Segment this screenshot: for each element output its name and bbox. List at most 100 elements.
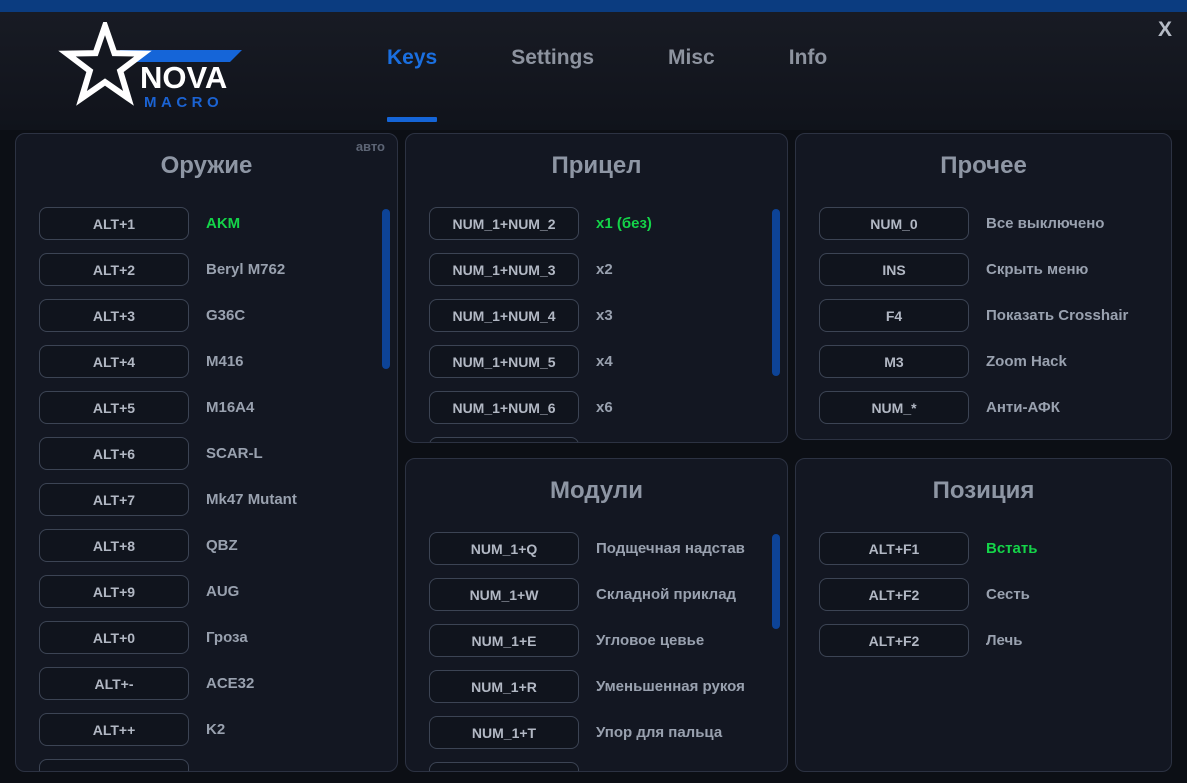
key-button[interactable]: ALT+8 [39, 529, 189, 562]
hotkey-row: ALT+F1Встать [819, 532, 1171, 565]
key-button[interactable]: ALT+1 [39, 207, 189, 240]
hotkey-row: NUM_1+Q Подщечная надстав [429, 532, 787, 565]
tab-label: Keys [387, 46, 437, 70]
key-button[interactable]: INS [819, 253, 969, 286]
key-button[interactable]: ALT+F2 [819, 578, 969, 611]
panel-title: Модули [406, 473, 787, 509]
key-button[interactable]: ALT+7 [39, 483, 189, 516]
action-label: G36C [206, 307, 245, 324]
key-button[interactable]: NUM_1+NUM_6 [429, 391, 579, 424]
action-label: x2 [596, 261, 613, 278]
tab-active-underline [668, 117, 715, 122]
tab-settings[interactable]: Settings [479, 46, 626, 122]
key-button[interactable]: NUM_1+Q [429, 532, 579, 565]
logo-subtitle-text: MACRO [144, 94, 223, 111]
column-left: ОружиеавтоALT+1AKMALT+2Beryl M762ALT+3G3… [15, 133, 398, 772]
hotkey-list: ALT+F1ВстатьALT+F2СестьALT+F2Лечь [796, 532, 1171, 657]
action-label: Складной приклад [596, 586, 736, 603]
hotkey-row: ALT+- ACE32 [39, 667, 397, 700]
hotkey-row: NUM_1+NUM_5 x4 [429, 345, 787, 378]
hotkey-row: ALT+5 M16A4 [39, 391, 397, 424]
key-button[interactable]: ALT+0 [39, 621, 189, 654]
panel-misc: ПрочееNUM_0Все выключеноINSСкрыть менюF4… [795, 133, 1172, 440]
tab-info[interactable]: Info [757, 46, 859, 122]
panel-title: Оружие [16, 148, 397, 184]
key-button[interactable] [429, 762, 579, 772]
panel-title: Позиция [796, 473, 1171, 509]
key-button[interactable] [39, 759, 189, 772]
hotkey-row: ALT++K2 [39, 713, 397, 746]
key-button[interactable]: ALT+6 [39, 437, 189, 470]
hotkey-row: ALT+8QBZ [39, 529, 397, 562]
key-button[interactable]: NUM_1+R [429, 670, 579, 703]
action-label: Лечь [986, 632, 1022, 649]
action-label: AUG [206, 583, 239, 600]
action-label: ACE32 [206, 675, 254, 692]
hotkey-row: ALT+6 SCAR-L [39, 437, 397, 470]
action-label: M16A4 [206, 399, 254, 416]
action-label: x1 (без) [596, 215, 652, 232]
action-label: Все выключено [986, 215, 1104, 232]
tab-active-underline [511, 117, 594, 122]
tab-keys[interactable]: Keys [355, 46, 469, 122]
hotkey-list: ALT+1AKMALT+2Beryl M762ALT+3G36CALT+4M41… [16, 207, 397, 772]
tab-active-underline [789, 117, 827, 122]
key-button[interactable]: NUM_1+NUM_2 [429, 207, 579, 240]
key-button[interactable]: ALT+- [39, 667, 189, 700]
action-label: Mk47 Mutant [206, 491, 297, 508]
titlebar-accent-strip [0, 0, 1187, 12]
tabs: Keys Settings Misc Info [355, 46, 859, 122]
hotkey-row: INS Скрыть меню [819, 253, 1171, 286]
hotkey-row: NUM_1+NUM_6x6 [429, 391, 787, 424]
key-button[interactable]: NUM_1+W [429, 578, 579, 611]
hotkey-row: ALT+2 Beryl M762 [39, 253, 397, 286]
action-label: Скрыть меню [986, 261, 1088, 278]
key-button[interactable]: NUM_1+E [429, 624, 579, 657]
star-icon [67, 26, 143, 98]
tab-label: Info [789, 46, 827, 70]
content: ОружиеавтоALT+1AKMALT+2Beryl M762ALT+3G3… [15, 133, 1172, 772]
close-button[interactable]: X [1158, 18, 1172, 42]
action-label: Beryl M762 [206, 261, 285, 278]
key-button[interactable]: ALT+5 [39, 391, 189, 424]
key-button[interactable]: ALT+F1 [819, 532, 969, 565]
header: NOVA MACRO KeysSettingsMiscInfo X [0, 12, 1187, 130]
key-button[interactable]: F4 [819, 299, 969, 332]
tab-label: Misc [668, 46, 715, 70]
hotkey-row: NUM_1+W Складной приклад [429, 578, 787, 611]
action-label: Подщечная надстав [596, 540, 745, 557]
key-button[interactable]: NUM_* [819, 391, 969, 424]
action-label: Zoom Hack [986, 353, 1067, 370]
key-button[interactable]: NUM_1+T [429, 716, 579, 749]
scrollbar-thumb[interactable] [772, 209, 780, 376]
scrollbar-thumb[interactable] [772, 534, 780, 629]
key-button[interactable]: ALT+4 [39, 345, 189, 378]
hotkey-row: ALT+F2Сесть [819, 578, 1171, 611]
action-label: Показать Crosshair [986, 307, 1128, 324]
key-button[interactable]: NUM_0 [819, 207, 969, 240]
hotkey-row: ALT+4M416 [39, 345, 397, 378]
hotkey-row-partial [39, 759, 397, 772]
scrollbar-thumb[interactable] [382, 209, 390, 369]
hotkey-row: NUM_*Анти-АФК [819, 391, 1171, 424]
action-label: SCAR-L [206, 445, 263, 462]
key-button[interactable]: M3 [819, 345, 969, 378]
key-button[interactable] [429, 437, 579, 443]
key-button[interactable]: ALT+F2 [819, 624, 969, 657]
key-button[interactable]: ALT+2 [39, 253, 189, 286]
hotkey-row: NUM_1+NUM_2 x1 (без) [429, 207, 787, 240]
tab-misc[interactable]: Misc [636, 46, 747, 122]
action-label: x4 [596, 353, 613, 370]
hotkey-row: ALT+9 AUG [39, 575, 397, 608]
key-button[interactable]: NUM_1+NUM_4 [429, 299, 579, 332]
hotkey-row: NUM_1+EУгловое цевье [429, 624, 787, 657]
key-button[interactable]: ALT+9 [39, 575, 189, 608]
key-button[interactable]: NUM_1+NUM_5 [429, 345, 579, 378]
hotkey-row-partial [429, 437, 787, 443]
key-button[interactable]: ALT+3 [39, 299, 189, 332]
panel-modules: Модули NUM_1+Q Подщечная надстав NUM_1+W Скл… [405, 458, 788, 772]
hotkey-row: ALT+0Гроза [39, 621, 397, 654]
key-button[interactable]: NUM_1+NUM_3 [429, 253, 579, 286]
key-button[interactable]: ALT++ [39, 713, 189, 746]
panel-weapons: ОружиеавтоALT+1AKMALT+2Beryl M762ALT+3G3… [15, 133, 398, 772]
